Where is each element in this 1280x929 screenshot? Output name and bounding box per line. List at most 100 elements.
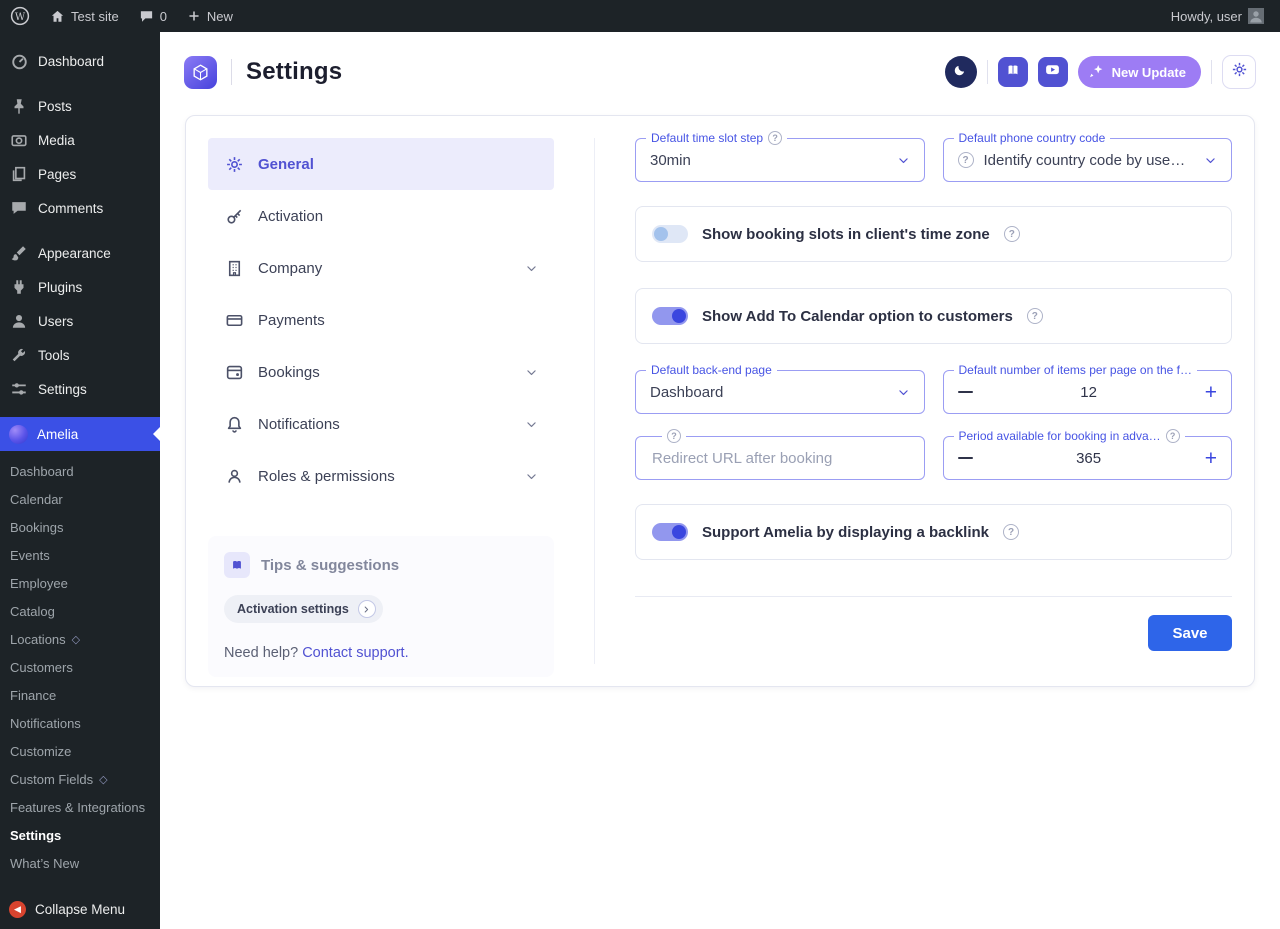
- sidebar-item-media[interactable]: Media: [0, 123, 160, 157]
- settings-nav-activation[interactable]: Activation: [208, 190, 554, 242]
- settings-nav-payments[interactable]: Payments: [208, 294, 554, 346]
- help-icon[interactable]: ?: [1004, 226, 1020, 242]
- help-icon[interactable]: ?: [768, 131, 782, 145]
- minus-button[interactable]: [958, 457, 973, 459]
- page-title: Settings: [246, 58, 342, 86]
- submenu-employee[interactable]: Employee: [0, 569, 160, 597]
- help-icon[interactable]: ?: [958, 152, 974, 168]
- new-content-button[interactable]: New: [177, 0, 243, 32]
- global-settings-button[interactable]: [1222, 55, 1256, 89]
- settings-nav-label: Roles & permissions: [258, 468, 395, 485]
- submenu-whats-new[interactable]: What’s New: [0, 849, 160, 877]
- plugin-icon: [9, 277, 29, 297]
- sidebar-item-pages[interactable]: Pages: [0, 157, 160, 191]
- sidebar-item-label: Posts: [38, 99, 72, 114]
- submenu-features-integrations[interactable]: Features & Integrations: [0, 793, 160, 821]
- camera-icon: [9, 130, 29, 150]
- plus-icon: [187, 9, 201, 23]
- submenu-dashboard[interactable]: Dashboard: [0, 457, 160, 485]
- title-divider: [231, 59, 232, 85]
- field-label: Default phone country code: [954, 131, 1111, 145]
- amelia-label: Amelia: [37, 427, 78, 442]
- amelia-app-logo-icon: [184, 56, 217, 89]
- time-slot-step-select[interactable]: Default time slot step ? 30min: [635, 138, 925, 182]
- youtube-button[interactable]: [1038, 57, 1068, 87]
- help-icon[interactable]: ?: [667, 429, 681, 443]
- phone-country-code-select[interactable]: Default phone country code ? Identify co…: [943, 138, 1233, 182]
- redirect-url-input[interactable]: [650, 449, 910, 468]
- help-icon[interactable]: ?: [1166, 429, 1180, 443]
- settings-nav-notifications[interactable]: Notifications: [208, 398, 554, 450]
- user-icon: [9, 311, 29, 331]
- sliders-icon: [9, 379, 29, 399]
- settings-nav-label: Bookings: [258, 364, 320, 381]
- sidebar-item-settings[interactable]: Settings: [0, 372, 160, 406]
- client-timezone-toggle[interactable]: [652, 225, 688, 243]
- submenu-finance[interactable]: Finance: [0, 681, 160, 709]
- submenu-events[interactable]: Events: [0, 541, 160, 569]
- main-content: Settings New Update: [160, 32, 1280, 929]
- tips-header: Tips & suggestions: [224, 552, 538, 578]
- minus-button[interactable]: [958, 391, 973, 393]
- backend-page-select[interactable]: Default back-end page Dashboard: [635, 370, 925, 414]
- settings-nav-general[interactable]: General: [208, 138, 554, 190]
- wp-sidebar: Dashboard Posts Media Pages Comments: [0, 32, 160, 929]
- submenu-locations[interactable]: Locations◇: [0, 625, 160, 653]
- sidebar-item-label: Comments: [38, 201, 103, 216]
- collapse-arrow-icon: ◀: [9, 901, 26, 918]
- add-to-calendar-toggle[interactable]: [652, 307, 688, 325]
- toggle-knob: [672, 525, 686, 539]
- backlink-toggle[interactable]: [652, 523, 688, 541]
- submenu-catalog[interactable]: Catalog: [0, 597, 160, 625]
- wp-logo-icon[interactable]: W: [0, 0, 40, 32]
- plus-button[interactable]: +: [1205, 448, 1217, 469]
- sidebar-item-users[interactable]: Users: [0, 304, 160, 338]
- site-name-link[interactable]: Test site: [40, 0, 129, 32]
- sidebar-item-comments[interactable]: Comments: [0, 191, 160, 225]
- general-settings-form: Default time slot step ? 30min Default p…: [635, 138, 1232, 664]
- comments-bubble[interactable]: 0: [129, 0, 177, 32]
- sidebar-item-dashboard[interactable]: Dashboard: [0, 44, 160, 78]
- sidebar-item-tools[interactable]: Tools: [0, 338, 160, 372]
- dashboard-icon: [9, 51, 29, 71]
- activation-settings-button[interactable]: Activation settings: [224, 595, 383, 623]
- sidebar-item-appearance[interactable]: Appearance: [0, 236, 160, 270]
- chevron-down-icon: [525, 418, 538, 431]
- settings-nav-roles-permissions[interactable]: Roles & permissions: [208, 450, 554, 502]
- settings-nav-company[interactable]: Company: [208, 242, 554, 294]
- submenu-custom-fields[interactable]: Custom Fields◇: [0, 765, 160, 793]
- vertical-divider: [594, 138, 595, 664]
- admin-bar-right: Howdy, user: [1161, 0, 1280, 32]
- star-icon: [1089, 63, 1105, 82]
- bell-icon: [224, 414, 244, 434]
- sidebar-item-plugins[interactable]: Plugins: [0, 270, 160, 304]
- settings-nav-bookings[interactable]: Bookings: [208, 346, 554, 398]
- submenu-notifications[interactable]: Notifications: [0, 709, 160, 737]
- new-update-button[interactable]: New Update: [1078, 56, 1201, 88]
- contact-support-link[interactable]: Contact support.: [302, 645, 408, 661]
- help-icon[interactable]: ?: [1027, 308, 1043, 324]
- menu-separator: [0, 78, 160, 89]
- plus-button[interactable]: +: [1205, 382, 1217, 403]
- howdy-user-menu[interactable]: Howdy, user: [1161, 0, 1274, 32]
- save-button[interactable]: Save: [1148, 615, 1232, 651]
- docs-button[interactable]: [998, 57, 1028, 87]
- sidebar-item-posts[interactable]: Posts: [0, 89, 160, 123]
- submenu-customers[interactable]: Customers: [0, 653, 160, 681]
- dark-mode-toggle[interactable]: [945, 56, 977, 88]
- home-icon: [50, 9, 65, 24]
- stepper-value: 12: [1080, 384, 1097, 401]
- submenu-calendar[interactable]: Calendar: [0, 485, 160, 513]
- new-label: New: [207, 9, 233, 24]
- stepper-value: 365: [1076, 450, 1101, 467]
- collapse-menu-button[interactable]: ◀ Collapse Menu: [0, 895, 160, 923]
- collapse-label: Collapse Menu: [35, 902, 125, 917]
- submenu-customize[interactable]: Customize: [0, 737, 160, 765]
- submenu-settings[interactable]: Settings: [0, 821, 160, 849]
- toggle-row-client-timezone: Show booking slots in client's time zone…: [635, 206, 1232, 262]
- wp-admin-bar: W Test site 0 New Howdy, user: [0, 0, 1280, 32]
- help-icon[interactable]: ?: [1003, 524, 1019, 540]
- sidebar-item-amelia[interactable]: Amelia: [0, 417, 160, 451]
- submenu-bookings[interactable]: Bookings: [0, 513, 160, 541]
- book-icon: [1005, 62, 1021, 83]
